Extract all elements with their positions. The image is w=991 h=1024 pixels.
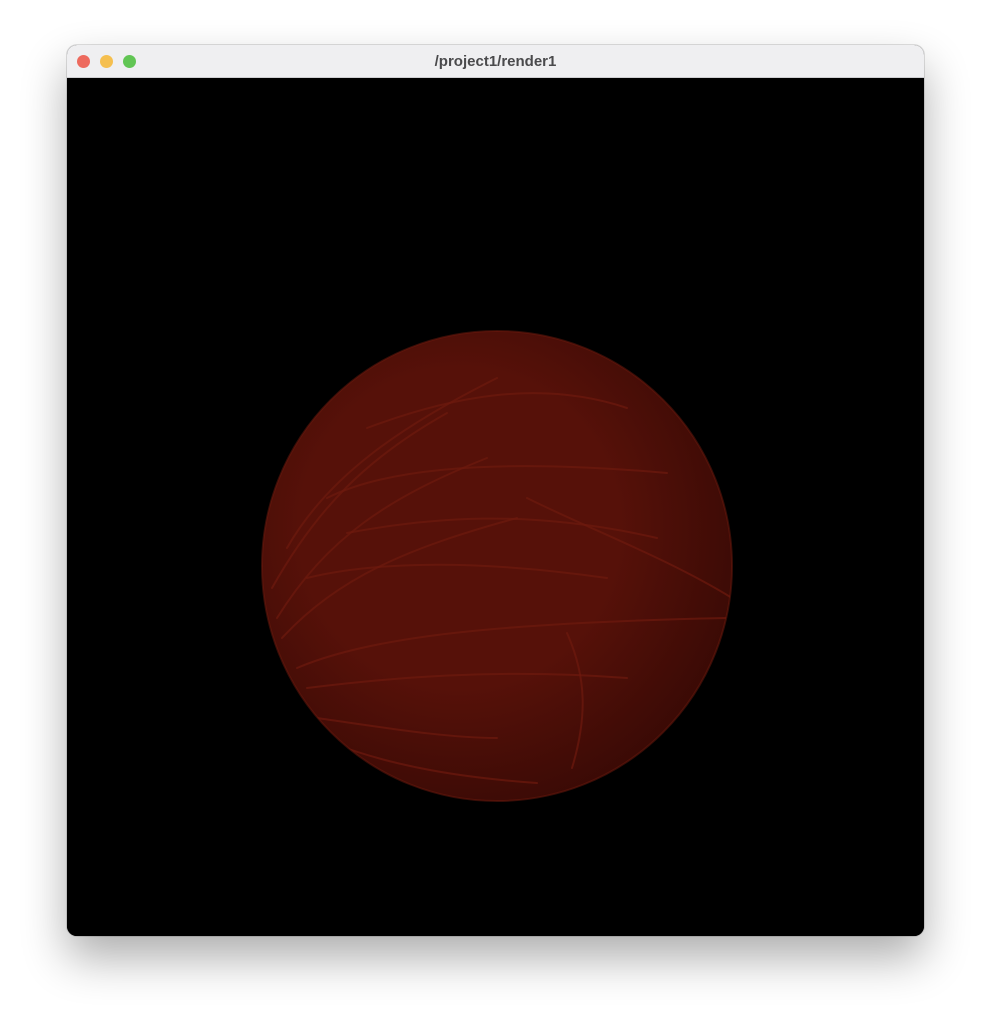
window-title: /project1/render1: [434, 53, 557, 70]
render-canvas: [67, 78, 924, 936]
render-viewport[interactable]: [67, 78, 924, 936]
render-window: /project1/render1: [67, 45, 924, 936]
title-bar[interactable]: /project1/render1: [67, 45, 924, 78]
